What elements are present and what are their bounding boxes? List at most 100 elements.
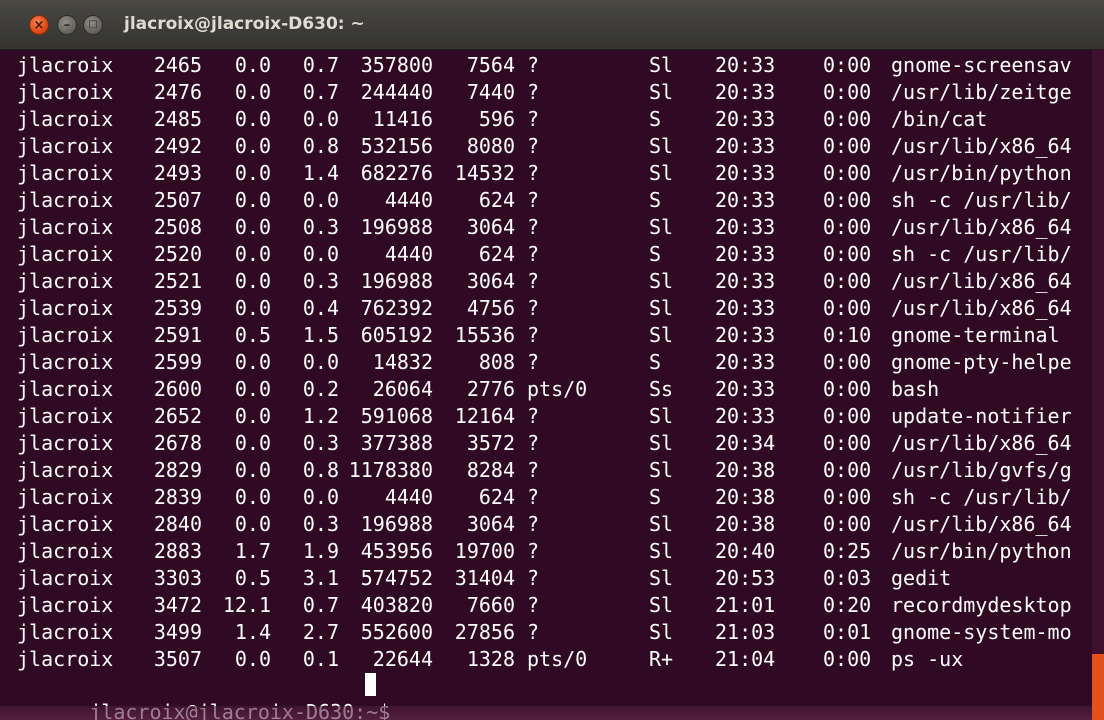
process-cpu: 0.0: [234, 431, 271, 455]
process-user: jlacroix: [17, 431, 114, 455]
scrollbar-thumb[interactable]: [1092, 654, 1104, 720]
process-pid: 2507: [153, 188, 202, 212]
process-mem: 0.8: [302, 458, 339, 482]
minimize-icon[interactable]: –: [57, 15, 77, 35]
process-tty: ?: [527, 215, 540, 239]
process-pid: 2840: [153, 512, 202, 536]
process-tty: ?: [527, 593, 540, 617]
process-command: gnome-terminal: [891, 323, 1060, 347]
process-mem: 0.3: [302, 215, 339, 239]
maximize-icon[interactable]: □: [83, 15, 103, 35]
process-vsz: 11416: [372, 107, 433, 131]
process-command: bash: [891, 377, 940, 401]
process-time: 0:00: [823, 296, 872, 320]
process-cpu: 0.0: [234, 458, 271, 482]
process-user: jlacroix: [17, 512, 114, 536]
process-rss: 31404: [454, 566, 515, 590]
process-stat: Sl: [649, 53, 674, 77]
process-vsz: 196988: [360, 215, 433, 239]
process-start: 20:38: [715, 458, 776, 482]
process-command: gedit: [891, 566, 952, 590]
process-vsz: 26064: [372, 377, 433, 401]
process-stat: Sl: [649, 431, 674, 455]
process-start: 20:33: [715, 107, 776, 131]
process-tty: ?: [527, 512, 540, 536]
close-icon[interactable]: ×: [29, 15, 49, 35]
process-command: /usr/lib/gvfs/g: [891, 458, 1072, 482]
process-rss: 596: [478, 107, 515, 131]
process-command: /usr/lib/zeitge: [891, 80, 1072, 104]
process-stat: S: [649, 242, 662, 266]
process-tty: ?: [527, 242, 540, 266]
process-rss: 7660: [466, 593, 515, 617]
process-cpu: 0.0: [234, 134, 271, 158]
process-time: 0:00: [823, 377, 872, 401]
process-start: 20:53: [715, 566, 776, 590]
process-time: 0:00: [823, 80, 872, 104]
process-user: jlacroix: [17, 350, 114, 374]
process-vsz: 552600: [360, 620, 433, 644]
process-vsz: 22644: [372, 647, 433, 671]
process-time: 0:00: [823, 458, 872, 482]
process-start: 20:33: [715, 377, 776, 401]
terminal-output[interactable]: jlacroix 2465 0.0 0.7 357800 7564? Sl 20:33 0:00…: [0, 50, 1092, 720]
process-rss: 8284: [466, 458, 515, 482]
process-pid: 2600: [153, 377, 202, 401]
process-user: jlacroix: [17, 107, 114, 131]
process-tty: ?: [527, 404, 540, 428]
process-mem: 0.3: [302, 512, 339, 536]
process-stat: S: [649, 188, 662, 212]
title-bar[interactable]: × – □ jlacroix@jlacroix-D630: ~: [0, 0, 1104, 50]
process-start: 20:40: [715, 539, 776, 563]
scrollbar[interactable]: [1092, 50, 1104, 720]
process-start: 21:04: [715, 647, 776, 671]
process-pid: 2539: [153, 296, 202, 320]
process-vsz: 532156: [360, 134, 433, 158]
process-pid: 2485: [153, 107, 202, 131]
process-rss: 15536: [454, 323, 515, 347]
process-user: jlacroix: [17, 593, 114, 617]
process-start: 21:03: [715, 620, 776, 644]
process-tty: ?: [527, 539, 540, 563]
process-user: jlacroix: [17, 485, 114, 509]
process-time: 0:00: [823, 107, 872, 131]
process-user: jlacroix: [17, 242, 114, 266]
window-title: jlacroix@jlacroix-D630: ~: [124, 14, 365, 34]
process-start: 20:38: [715, 485, 776, 509]
process-cpu: 0.0: [234, 80, 271, 104]
process-stat: Sl: [649, 80, 674, 104]
process-mem: 0.4: [302, 296, 339, 320]
process-start: 20:33: [715, 242, 776, 266]
process-vsz: 762392: [360, 296, 433, 320]
process-user: jlacroix: [17, 134, 114, 158]
process-user: jlacroix: [17, 647, 114, 671]
process-mem: 1.4: [302, 161, 339, 185]
process-rss: 7440: [466, 80, 515, 104]
command-prompt[interactable]: jlacroix@jlacroix-D630:~$: [17, 670, 402, 720]
process-cpu: 0.0: [234, 188, 271, 212]
process-time: 0:00: [823, 242, 872, 266]
process-user: jlacroix: [17, 377, 114, 401]
process-command: gnome-system-mo: [891, 620, 1072, 644]
process-start: 20:38: [715, 512, 776, 536]
process-mem: 3.1: [302, 566, 339, 590]
process-time: 0:00: [823, 161, 872, 185]
process-pid: 2839: [153, 485, 202, 509]
process-tty: ?: [527, 566, 540, 590]
process-start: 21:01: [715, 593, 776, 617]
process-user: jlacroix: [17, 539, 114, 563]
process-cpu: 0.0: [234, 215, 271, 239]
process-vsz: 4440: [384, 485, 433, 509]
process-start: 20:33: [715, 269, 776, 293]
process-stat: Sl: [649, 620, 674, 644]
process-cpu: 0.0: [234, 350, 271, 374]
process-stat: S: [649, 485, 662, 509]
process-user: jlacroix: [17, 53, 114, 77]
process-tty: ?: [527, 458, 540, 482]
process-mem: 0.7: [302, 593, 339, 617]
process-stat: Sl: [649, 323, 674, 347]
process-stat: Sl: [649, 512, 674, 536]
process-user: jlacroix: [17, 269, 114, 293]
process-cpu: 0.0: [234, 269, 271, 293]
process-pid: 2493: [153, 161, 202, 185]
